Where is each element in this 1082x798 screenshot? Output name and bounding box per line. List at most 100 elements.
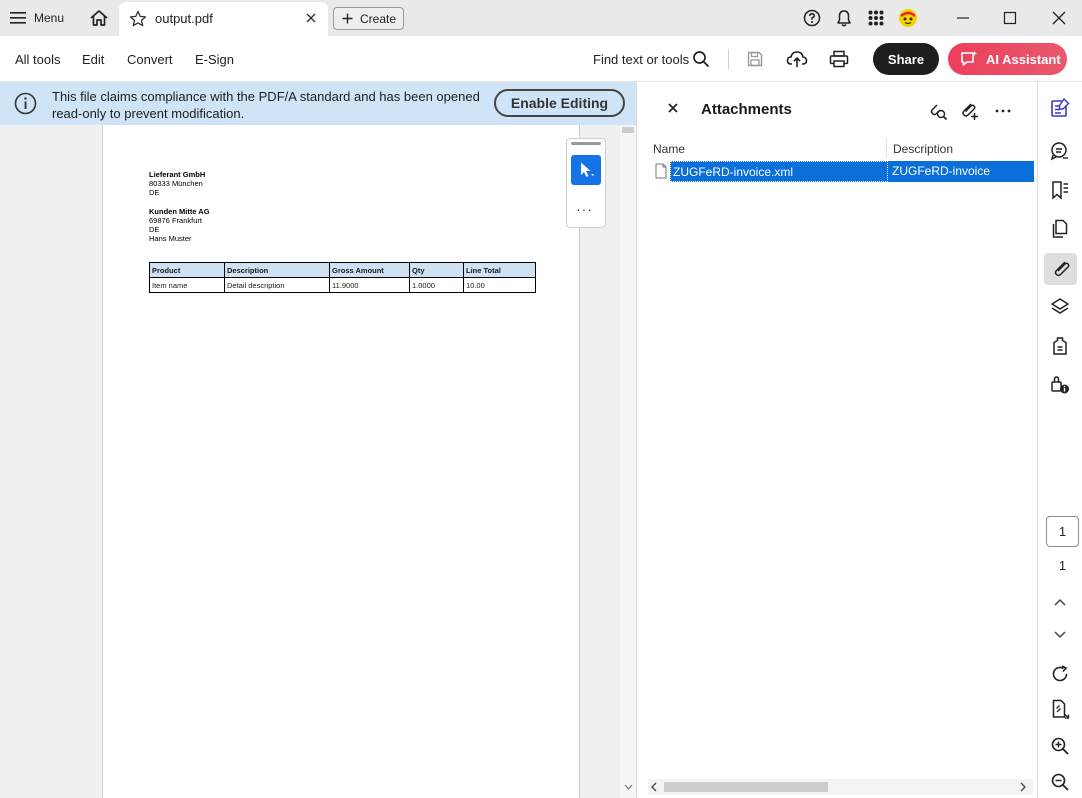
ai-assistant-button[interactable]: AI Assistant — [948, 43, 1067, 75]
page-fit-icon[interactable] — [1048, 697, 1072, 721]
total-pages: 1 — [1058, 558, 1067, 573]
table-cell: 10.00 — [463, 277, 536, 293]
drag-handle[interactable] — [571, 142, 601, 145]
file-icon — [655, 163, 667, 179]
bell-icon[interactable] — [834, 8, 854, 28]
attachment-row[interactable]: ZUGFeRD-invoice.xml ZUGFeRD-invoice — [652, 161, 1034, 182]
close-tab-icon[interactable] — [305, 12, 317, 24]
panel-title: Attachments — [701, 101, 792, 118]
seller-line: 80333 München — [149, 179, 203, 188]
info-icon — [14, 92, 37, 115]
pdfa-info-bar: This file claims compliance with the PDF… — [0, 82, 636, 125]
previous-page-icon[interactable] — [1048, 590, 1072, 614]
enable-editing-button[interactable]: Enable Editing — [494, 89, 625, 117]
column-header: Line Total — [463, 262, 536, 278]
help-icon[interactable] — [802, 8, 822, 28]
rotate-icon[interactable] — [1048, 662, 1072, 686]
ai-assistant-label: AI Assistant — [986, 51, 1061, 67]
scroll-left-arrow-icon[interactable] — [651, 782, 657, 792]
table-cell: 11.9000 — [329, 277, 410, 293]
attachment-description[interactable]: ZUGFeRD-invoice — [888, 161, 1034, 182]
main-toolbar: All tools Edit Convert E-Sign Find text … — [0, 36, 1082, 82]
buyer-address: Kunden Mitte AG 69876 Frankfurt DE Hans … — [149, 207, 210, 243]
table-header-row: Product Description Gross Amount Qty Lin… — [149, 262, 536, 278]
table-cell: Item name — [149, 277, 225, 293]
menu-button[interactable]: Menu — [10, 6, 64, 30]
all-tools-menu[interactable]: All tools — [15, 52, 61, 67]
select-tool-button[interactable] — [571, 155, 601, 185]
document-vertical-scrollbar[interactable] — [620, 125, 636, 798]
more-options-icon[interactable] — [992, 100, 1014, 122]
tab-bar: Menu output.pdf Create — [0, 0, 1082, 36]
seller-name: Lieferant GmbH — [149, 170, 206, 179]
pdf-page[interactable]: Lieferant GmbH 80333 München DE Kunden M… — [102, 125, 580, 798]
column-header: Product — [149, 262, 225, 278]
edit-pdf-icon[interactable] — [1048, 96, 1072, 120]
apps-grid-icon[interactable] — [866, 8, 886, 28]
convert-menu[interactable]: Convert — [127, 52, 173, 67]
column-separator[interactable] — [886, 138, 887, 158]
print-icon[interactable] — [828, 48, 850, 70]
table-cell: 1.0000 — [409, 277, 464, 293]
menu-label: Menu — [34, 11, 65, 25]
scroll-thumb[interactable] — [664, 782, 828, 792]
cloud-upload-icon[interactable] — [786, 48, 808, 70]
document-viewer[interactable]: Lieferant GmbH 80333 München DE Kunden M… — [0, 125, 636, 798]
panel-horizontal-scrollbar[interactable] — [648, 779, 1033, 795]
buyer-name: Kunden Mitte AG — [149, 207, 210, 216]
create-button[interactable]: Create — [333, 7, 404, 30]
star-icon[interactable] — [129, 10, 147, 28]
name-column-header[interactable]: Name — [653, 142, 685, 156]
home-icon — [89, 9, 109, 27]
attachment-name[interactable]: ZUGFeRD-invoice.xml — [670, 161, 888, 182]
right-rail: 1 1 — [1037, 82, 1082, 798]
buyer-line: 69876 Frankfurt — [149, 216, 202, 225]
more-tools-icon[interactable]: ··· — [576, 201, 593, 217]
comment-icon[interactable] — [1048, 139, 1072, 163]
invoice-table: Product Description Gross Amount Qty Lin… — [149, 262, 536, 293]
close-panel-icon[interactable] — [667, 102, 679, 114]
search-icon[interactable] — [690, 48, 712, 70]
pages-icon[interactable] — [1048, 217, 1072, 241]
tag-icon[interactable] — [1048, 334, 1072, 358]
create-label: Create — [360, 11, 397, 26]
zoom-in-icon[interactable] — [1048, 734, 1072, 758]
maximize-icon[interactable] — [1000, 8, 1020, 28]
layers-icon[interactable] — [1048, 295, 1072, 319]
share-button[interactable]: Share — [873, 43, 939, 75]
seller-line: DE — [149, 188, 160, 197]
buyer-line: Hans Muster — [149, 234, 192, 243]
bookmark-icon[interactable] — [1048, 178, 1072, 202]
attachment-icon[interactable] — [1044, 253, 1077, 285]
scroll-thumb[interactable] — [622, 127, 634, 133]
scroll-down-arrow-icon[interactable] — [624, 784, 633, 790]
toolbar-divider — [728, 49, 729, 69]
add-attachment-icon[interactable] — [958, 100, 980, 122]
edit-menu[interactable]: Edit — [82, 52, 104, 67]
tab-output-pdf[interactable]: output.pdf — [119, 2, 328, 36]
zoom-out-icon[interactable] — [1048, 770, 1072, 794]
cursor-arrow-icon — [578, 161, 594, 179]
find-text-or-tools[interactable]: Find text or tools — [593, 52, 689, 67]
minimize-icon[interactable] — [953, 8, 973, 28]
column-header: Qty — [409, 262, 464, 278]
save-icon[interactable] — [744, 48, 766, 70]
close-window-icon[interactable] — [1049, 8, 1069, 28]
next-page-icon[interactable] — [1048, 623, 1072, 647]
search-attachment-icon[interactable] — [927, 100, 949, 122]
column-header: Description — [224, 262, 330, 278]
avatar[interactable] — [898, 8, 918, 28]
description-column-header[interactable]: Description — [893, 142, 953, 156]
tab-title: output.pdf — [155, 11, 213, 26]
hamburger-icon — [10, 11, 26, 25]
attachments-panel: Attachments Name Description ZUGFeRD-inv… — [637, 82, 1037, 798]
current-page-input[interactable]: 1 — [1046, 516, 1079, 547]
home-button[interactable] — [87, 7, 111, 29]
info-message: This file claims compliance with the PDF… — [52, 89, 480, 121]
scroll-right-arrow-icon[interactable] — [1020, 782, 1026, 792]
accessibility-icon[interactable] — [1048, 373, 1072, 397]
buyer-line: DE — [149, 225, 160, 234]
plus-icon — [342, 13, 353, 24]
esign-menu[interactable]: E-Sign — [195, 52, 234, 67]
seller-address: Lieferant GmbH 80333 München DE — [149, 170, 205, 197]
